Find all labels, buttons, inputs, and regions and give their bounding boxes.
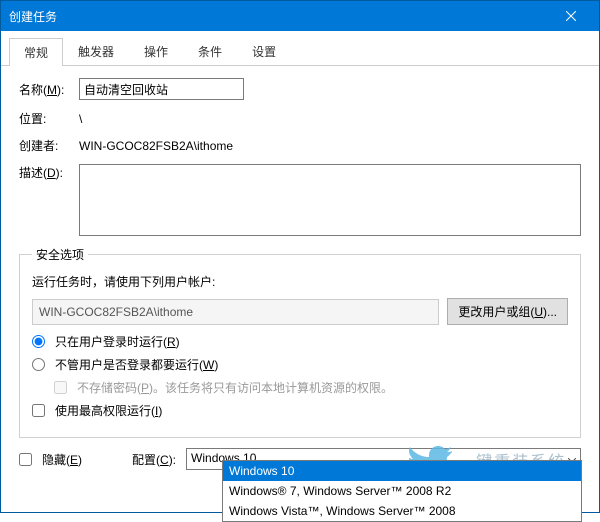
author-value: WIN-GCOC82FSB2A\ithome (79, 139, 233, 153)
highest-priv-label[interactable]: 使用最高权限运行(I) (55, 402, 162, 419)
description-label: 描述(D): (19, 164, 79, 181)
highest-priv-checkbox[interactable] (32, 404, 45, 417)
tab-triggers[interactable]: 触发器 (63, 37, 129, 65)
name-row: 名称(M): (19, 78, 581, 100)
radio-any-time-row: 不管用户是否登录都要运行(W) (32, 356, 568, 373)
location-value: \ (79, 112, 82, 126)
author-label: 创建者: (19, 137, 79, 154)
dropdown-item[interactable]: Windows Vista™, Windows Server™ 2008 (223, 501, 581, 521)
location-label: 位置: (19, 110, 79, 127)
tab-actions[interactable]: 操作 (129, 37, 183, 65)
radio-logged-on[interactable] (32, 335, 45, 348)
tab-settings[interactable]: 设置 (237, 37, 291, 65)
description-row: 描述(D): (19, 164, 581, 236)
dropdown-item[interactable]: Windows 10 (223, 461, 581, 481)
name-label: 名称(M): (19, 81, 79, 98)
window-title: 创建任务 (9, 8, 57, 25)
config-label: 配置(C): (132, 451, 176, 468)
tab-conditions[interactable]: 条件 (183, 37, 237, 65)
change-user-button[interactable]: 更改用户或组(U)... (447, 298, 568, 325)
tab-content: 名称(M): 位置: \ 创建者: WIN-GCOC82FSB2A\ithome… (1, 66, 599, 480)
user-account-display: WIN-GCOC82FSB2A\ithome (32, 299, 439, 325)
user-row: WIN-GCOC82FSB2A\ithome 更改用户或组(U)... (32, 298, 568, 325)
author-row: 创建者: WIN-GCOC82FSB2A\ithome (19, 137, 581, 154)
no-password-checkbox (54, 381, 67, 394)
location-row: 位置: \ (19, 110, 581, 127)
dropdown-item[interactable]: Windows® 7, Windows Server™ 2008 R2 (223, 481, 581, 501)
highest-priv-row: 使用最高权限运行(I) (32, 402, 568, 419)
security-legend: 安全选项 (32, 246, 88, 263)
radio-any-time[interactable] (32, 358, 45, 371)
tab-general[interactable]: 常规 (9, 38, 63, 66)
radio-any-time-label[interactable]: 不管用户是否登录都要运行(W) (55, 356, 218, 373)
tab-strip: 常规 触发器 操作 条件 设置 (1, 31, 599, 66)
radio-logged-on-label[interactable]: 只在用户登录时运行(R) (55, 333, 180, 350)
titlebar: 创建任务 (1, 1, 599, 31)
radio-logged-on-row: 只在用户登录时运行(R) (32, 333, 568, 350)
run-as-label: 运行任务时，请使用下列用户帐户: (32, 273, 568, 290)
close-button[interactable] (551, 1, 591, 31)
description-input[interactable] (79, 164, 581, 236)
name-input[interactable] (79, 78, 244, 100)
hidden-checkbox[interactable] (19, 453, 32, 466)
hidden-label[interactable]: 隐藏(E) (42, 451, 82, 468)
no-password-row: 不存储密码(P)。该任务将只有访问本地计算机资源的权限。 (54, 379, 568, 396)
security-options-group: 安全选项 运行任务时，请使用下列用户帐户: WIN-GCOC82FSB2A\it… (19, 246, 581, 438)
no-password-label: 不存储密码(P)。该任务将只有访问本地计算机资源的权限。 (77, 379, 393, 396)
hidden-row: 隐藏(E) (19, 451, 82, 468)
close-icon (566, 11, 576, 21)
